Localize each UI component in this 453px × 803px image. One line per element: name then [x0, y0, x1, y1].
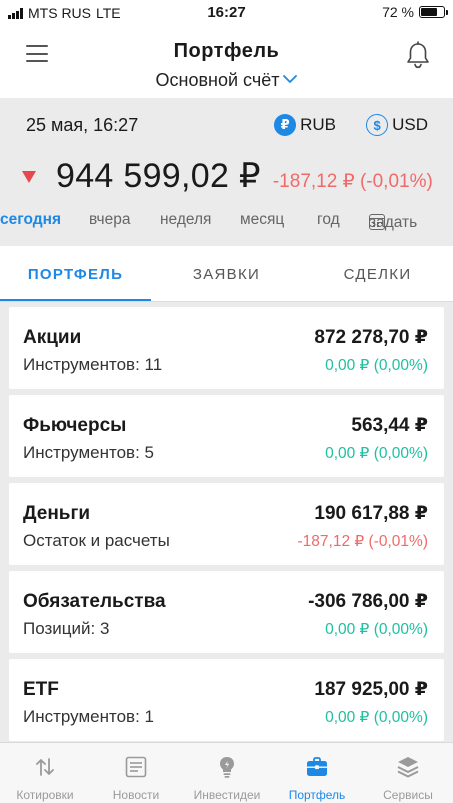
card-subtitle: Остаток и расчеты [23, 531, 170, 550]
currency-label: USD [392, 115, 428, 134]
card-name: Обязательства [23, 591, 166, 612]
bell-icon[interactable] [405, 41, 431, 69]
card-change: 0,00 ₽ (0,00%) [325, 357, 428, 374]
card-subtitle: Инструментов: 1 [23, 707, 154, 726]
bottom-nav: Котировки Новости Инвестидеи Портфель Се… [0, 742, 453, 803]
nav-label: Портфель [288, 788, 346, 802]
currency-rub-toggle[interactable]: ₽ RUB [274, 114, 336, 136]
nav-bar: Портфель Основной счёт [0, 26, 453, 98]
portfolio-card-futures[interactable]: Фьючерсы Инструментов: 5 563,44 ₽ 0,00 ₽… [9, 395, 444, 477]
tab-bar: ПОРТФЕЛЬ ЗАЯВКИ СДЕЛКИ [0, 246, 453, 302]
dollar-icon: $ [366, 114, 389, 136]
card-change: 0,00 ₽ (0,00%) [325, 445, 428, 462]
period-week[interactable]: неделя [160, 211, 211, 229]
nav-portfolio[interactable]: Портфель [272, 743, 362, 803]
page-title: Портфель [173, 40, 280, 62]
card-change: 0,00 ₽ (0,00%) [325, 709, 428, 726]
period-yesterday[interactable]: вчера [89, 211, 130, 229]
portfolio-total: 944 599,02 ₽ [56, 157, 261, 195]
tab-deals[interactable]: СДЕЛКИ [302, 246, 453, 302]
period-year[interactable]: год [317, 211, 340, 229]
card-name: Фьючерсы [23, 415, 127, 436]
portfolio-list: Акции Инструментов: 11 872 278,70 ₽ 0,00… [0, 302, 453, 742]
tab-orders[interactable]: ЗАЯВКИ [151, 246, 302, 302]
card-name: Деньги [23, 503, 91, 524]
nav-quotes[interactable]: Котировки [0, 743, 90, 803]
card-name: ETF [23, 679, 59, 700]
layers-icon [396, 755, 420, 779]
card-value: -306 786,00 ₽ [308, 591, 428, 612]
portfolio-card-etf[interactable]: ETF Инструментов: 1 187 925,00 ₽ 0,00 ₽ … [9, 659, 444, 741]
account-name: Основной счёт [155, 70, 280, 90]
currency-usd-toggle[interactable]: $ USD [366, 114, 428, 136]
summary-date: 25 мая, 16:27 [26, 115, 139, 135]
down-arrow-icon [22, 171, 36, 183]
period-custom-label: задать [369, 214, 418, 231]
nav-services[interactable]: Сервисы [363, 743, 453, 803]
nav-label: Котировки [16, 788, 74, 802]
portfolio-card-money[interactable]: Деньги Остаток и расчеты 190 617,88 ₽ -1… [9, 483, 444, 565]
battery-percent: 72 % [382, 4, 414, 20]
card-value: 872 278,70 ₽ [314, 327, 428, 348]
arrows-updown-icon [33, 755, 57, 779]
hamburger-menu-icon[interactable] [26, 45, 48, 62]
battery-icon [419, 6, 448, 18]
card-subtitle: Инструментов: 5 [23, 443, 154, 462]
nav-ideas[interactable]: Инвестидеи [182, 743, 272, 803]
account-selector[interactable]: Основной счёт [0, 70, 453, 91]
currency-label: RUB [300, 115, 336, 134]
ruble-icon: ₽ [274, 114, 297, 136]
period-month[interactable]: месяц [240, 211, 284, 229]
card-subtitle: Инструментов: 11 [23, 355, 163, 374]
portfolio-summary: 25 мая, 16:27 ₽ RUB $ USD 944 599,02 ₽ -… [0, 98, 453, 246]
card-value: 190 617,88 ₽ [314, 503, 428, 524]
chevron-down-icon [283, 72, 298, 87]
newspaper-icon [124, 755, 148, 779]
nav-label: Сервисы [383, 788, 433, 802]
nav-label: Инвестидеи [193, 788, 261, 802]
nav-news[interactable]: Новости [91, 743, 181, 803]
status-bar: MTS RUS LTE 16:27 72 % [0, 0, 453, 26]
lightbulb-icon [215, 755, 239, 779]
briefcase-icon [305, 755, 329, 779]
card-subtitle: Позиций: 3 [23, 619, 110, 638]
period-selector: сегодня вчера неделя месяц год задать [0, 208, 453, 234]
battery-info: 72 % [382, 4, 448, 20]
period-today[interactable]: сегодня [0, 211, 61, 229]
tab-portfolio[interactable]: ПОРТФЕЛЬ [0, 246, 151, 302]
card-change: -187,12 ₽ (-0,01%) [297, 533, 428, 550]
card-name: Акции [23, 327, 82, 348]
portfolio-card-stocks[interactable]: Акции Инструментов: 11 872 278,70 ₽ 0,00… [9, 307, 444, 389]
card-change: 0,00 ₽ (0,00%) [325, 621, 428, 638]
card-value: 187 925,00 ₽ [314, 679, 428, 700]
portfolio-card-liabilities[interactable]: Обязательства Позиций: 3 -306 786,00 ₽ 0… [9, 571, 444, 653]
nav-label: Новости [112, 788, 160, 802]
total-row: 944 599,02 ₽ -187,12 ₽ (-0,01%) [22, 156, 433, 196]
portfolio-change: -187,12 ₽ (-0,01%) [272, 171, 433, 192]
card-value: 563,44 ₽ [351, 415, 428, 436]
